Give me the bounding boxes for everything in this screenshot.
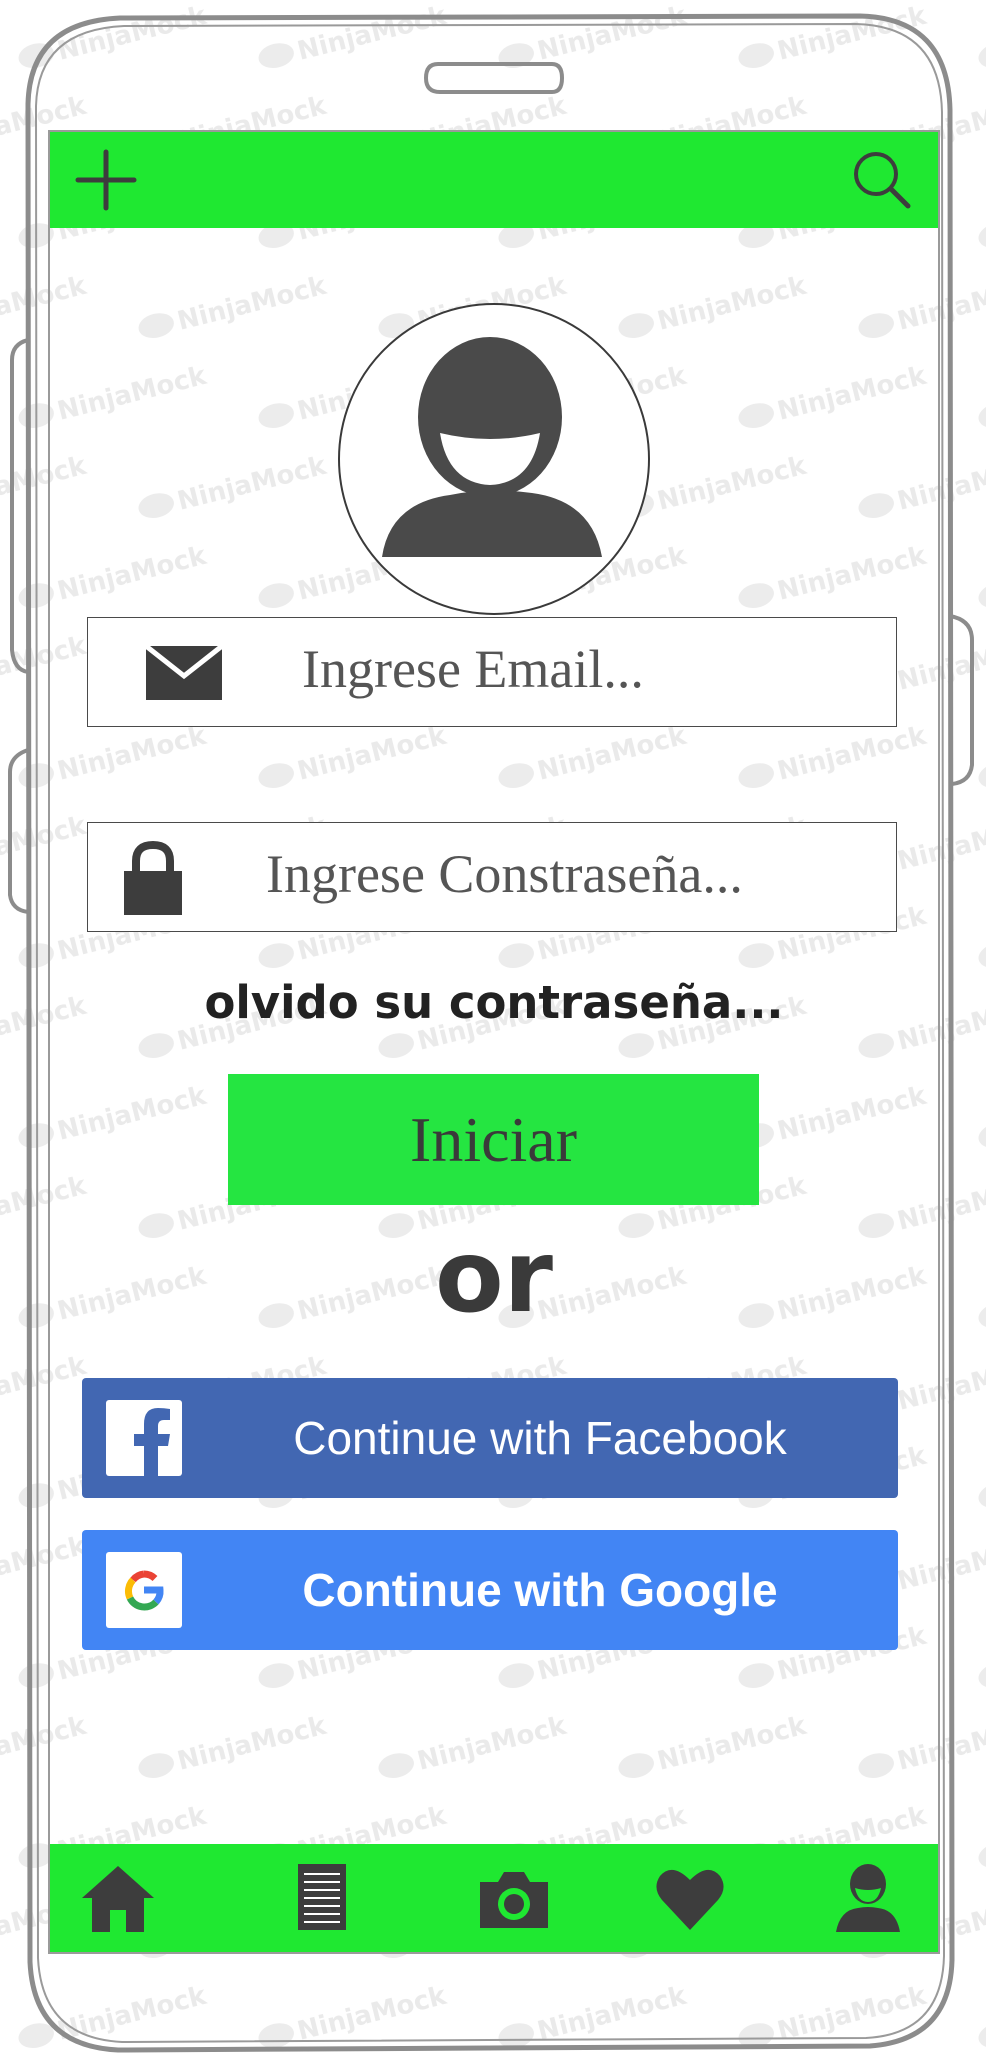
document-icon[interactable]	[282, 1858, 362, 1938]
svg-text:NinjaMock: NinjaMock	[774, 1, 930, 67]
user-avatar-icon	[382, 337, 602, 557]
home-icon[interactable]	[78, 1858, 158, 1938]
watermark: NinjaMock	[738, 1981, 930, 2049]
forgot-password-link[interactable]: olvido su contraseña...	[50, 976, 938, 1029]
watermark: NinjaMock	[18, 1, 210, 69]
watermark: NinjaMock	[978, 223, 986, 249]
email-placeholder: Ingrese Email...	[302, 639, 644, 699]
heart-icon[interactable]	[650, 1858, 730, 1938]
watermark: NinjaMock	[498, 1, 690, 69]
envelope-icon	[144, 644, 224, 700]
login-button[interactable]: Iniciar	[228, 1074, 759, 1205]
facebook-login-label: Continue with Facebook	[293, 1412, 787, 1464]
google-login-label: Continue with Google	[302, 1564, 778, 1616]
password-field[interactable]: Ingrese Constraseña...	[87, 822, 897, 932]
watermark: NinjaMock	[738, 1, 930, 69]
svg-text:NinjaMock: NinjaMock	[294, 1, 450, 67]
google-icon	[106, 1552, 182, 1628]
watermark: NinjaMock	[978, 43, 986, 69]
watermark: NinjaMock	[978, 763, 986, 789]
profile-icon[interactable]	[828, 1858, 908, 1938]
watermark: NinjaMock	[978, 1303, 986, 1329]
svg-text:NinjaMock: NinjaMock	[534, 1, 690, 67]
watermark: NinjaMock	[258, 1, 450, 69]
watermark: NinjaMock	[978, 403, 986, 429]
email-field[interactable]: Ingrese Email...	[87, 617, 897, 727]
watermark: NinjaMock	[978, 1843, 986, 1869]
watermark: NinjaMock	[978, 1663, 986, 1689]
watermark: NinjaMock	[978, 583, 986, 609]
app-screen: Ingrese Email... Ingrese Constraseña... …	[50, 132, 938, 1952]
watermark: NinjaMock	[18, 1981, 210, 2049]
watermark: NinjaMock	[498, 1981, 690, 2049]
svg-text:NinjaMock: NinjaMock	[54, 1981, 210, 2047]
watermark: NinjaMock	[978, 1483, 986, 1509]
svg-text:NinjaMock: NinjaMock	[534, 1981, 690, 2047]
google-login-button[interactable]: Continue with Google	[82, 1530, 898, 1650]
camera-icon[interactable]	[474, 1858, 554, 1938]
svg-text:NinjaMock: NinjaMock	[54, 1, 210, 67]
or-divider: or	[434, 1218, 554, 1335]
page: NinjaMock NinjaMock NinjaMock NinjaMock Ninj…	[0, 0, 986, 2057]
search-icon[interactable]	[846, 144, 918, 216]
password-placeholder: Ingrese Constraseña...	[266, 844, 743, 904]
watermark: NinjaMock	[978, 2023, 986, 2049]
watermark: NinjaMock	[978, 1123, 986, 1149]
facebook-login-button[interactable]: Continue with Facebook	[82, 1378, 898, 1498]
plus-icon[interactable]	[70, 144, 142, 216]
top-app-bar	[50, 132, 938, 228]
bottom-nav-bar	[50, 1844, 938, 1952]
lock-icon	[124, 840, 182, 915]
watermark: NinjaMock	[258, 1981, 450, 2049]
profile-avatar[interactable]	[338, 303, 650, 615]
facebook-icon	[106, 1400, 182, 1476]
svg-text:NinjaMock: NinjaMock	[774, 1981, 930, 2047]
svg-text:NinjaMock: NinjaMock	[294, 1981, 450, 2047]
watermark: NinjaMock	[978, 943, 986, 969]
